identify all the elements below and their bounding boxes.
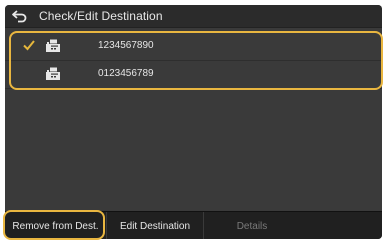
page-title: Check/Edit Destination (39, 9, 163, 23)
title-bar: Check/Edit Destination (5, 5, 382, 28)
remove-button-highlight (3, 210, 105, 240)
back-arrow-icon[interactable] (11, 7, 31, 25)
edit-destination-button[interactable]: Edit Destination (106, 212, 203, 239)
details-button[interactable]: Details (203, 212, 300, 239)
destination-list-highlight (9, 31, 383, 90)
